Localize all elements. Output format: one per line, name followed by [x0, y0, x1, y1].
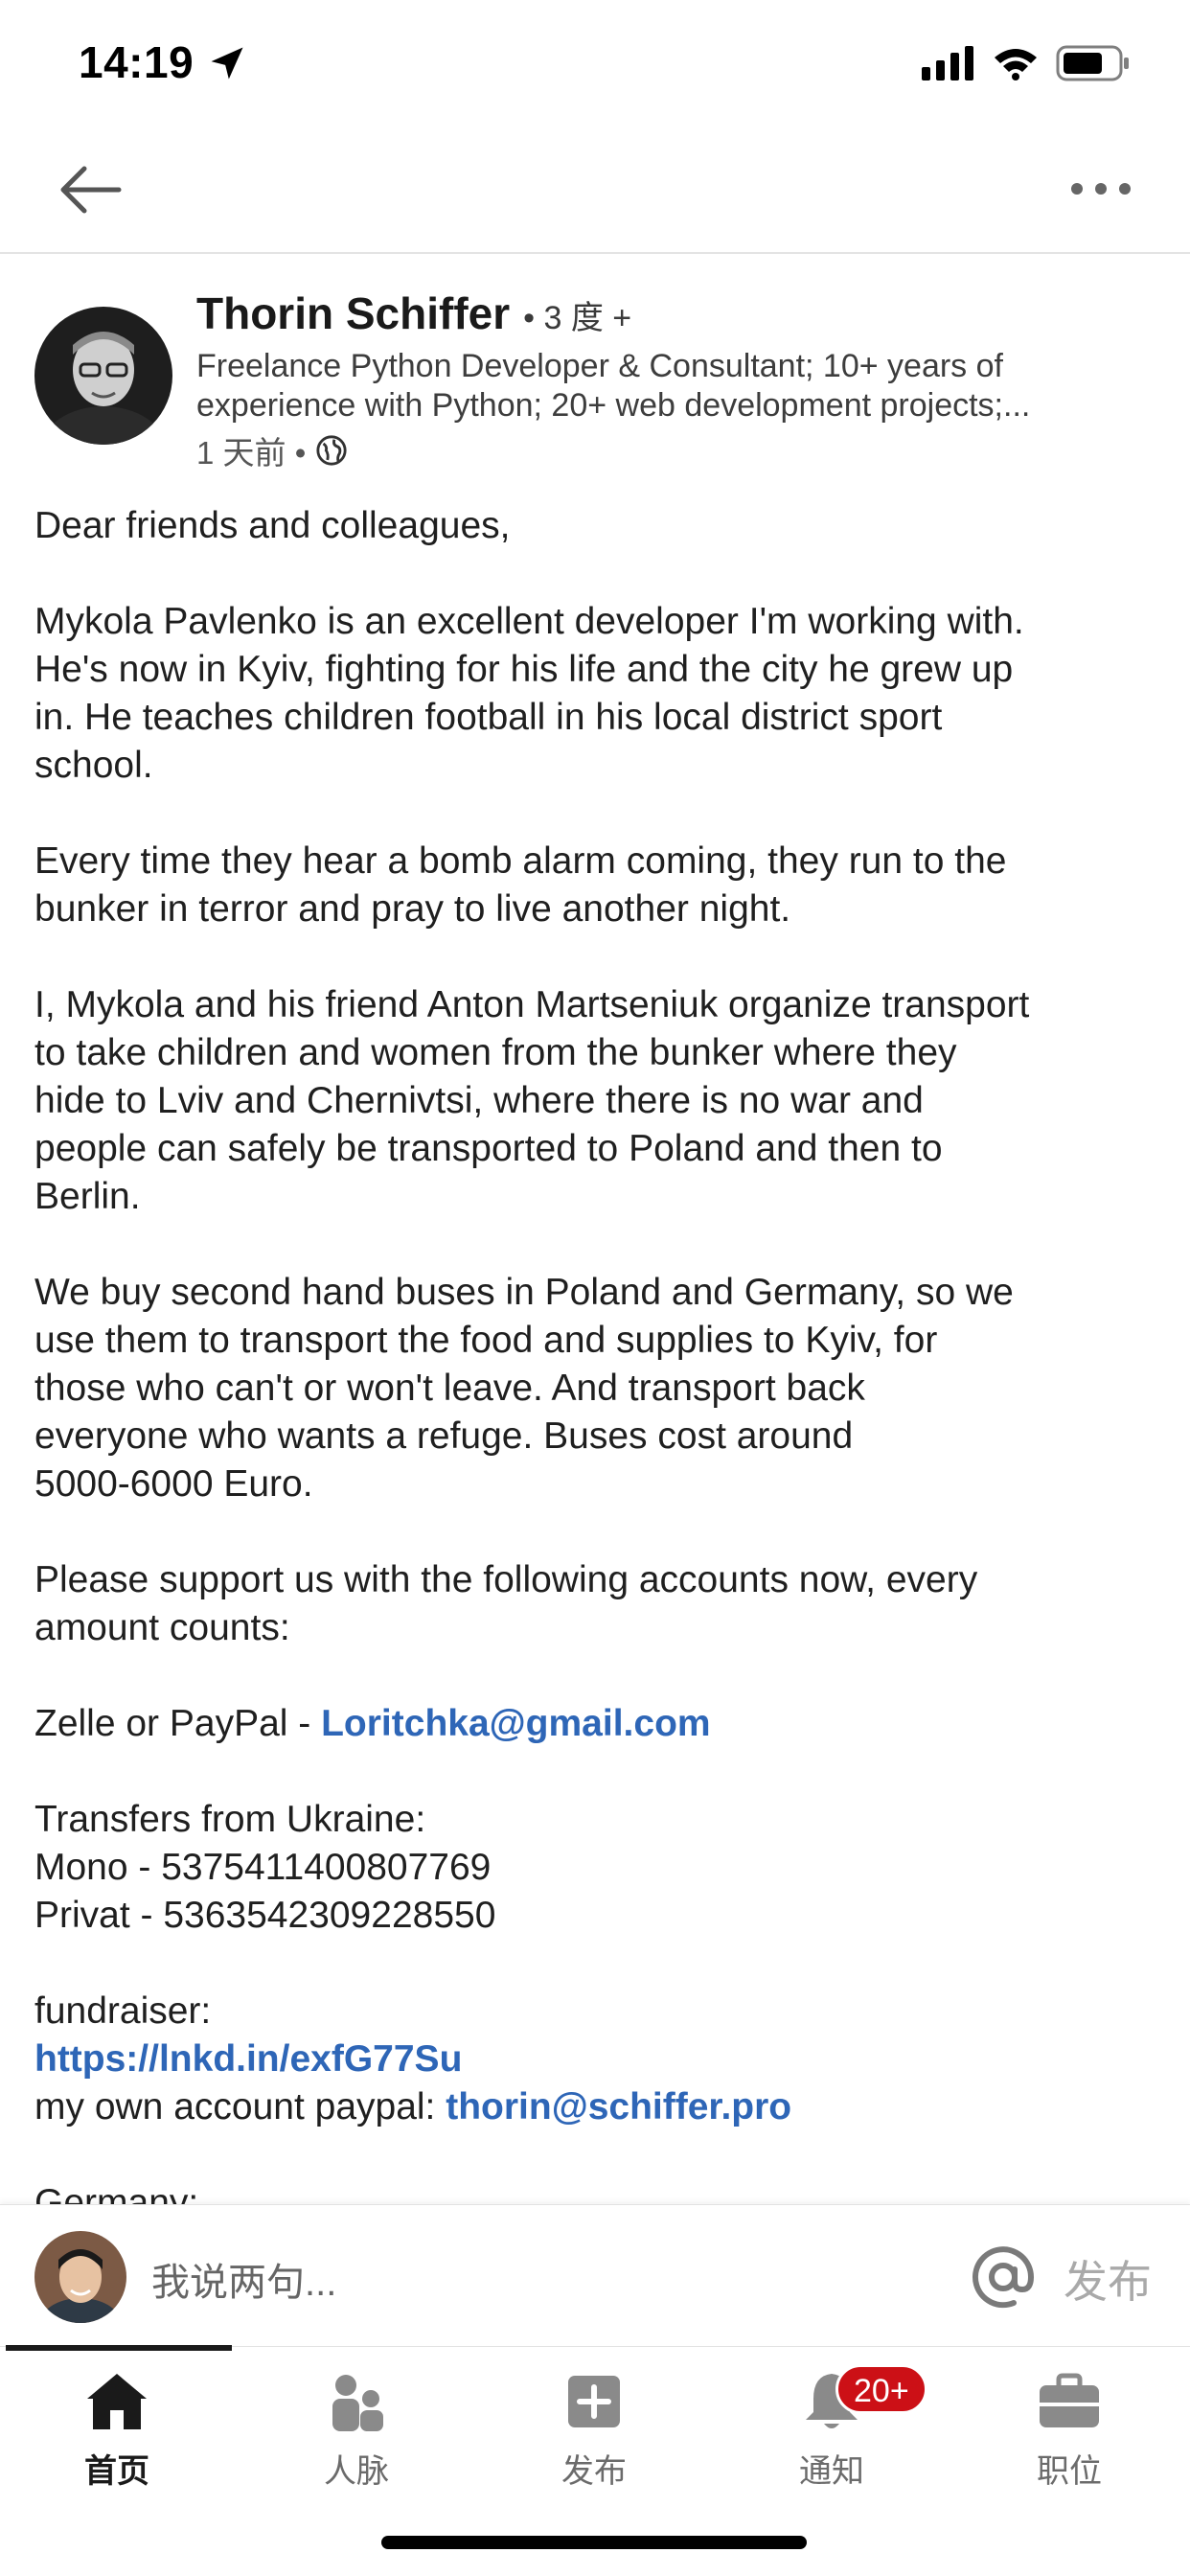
- post-text-line: I, Mykola and his friend Anton Martseniu…: [34, 984, 1030, 1025]
- comment-input[interactable]: 我说两句...: [151, 2251, 336, 2307]
- connection-degree: • 3 度 +: [523, 300, 632, 336]
- post-text-line: Berlin.: [34, 1176, 141, 1217]
- post-time: 1 天前 •: [196, 435, 307, 471]
- battery-icon: [1056, 45, 1129, 81]
- nav-jobs[interactable]: 职位: [973, 2368, 1165, 2512]
- privat-account: Privat - 5363542309228550: [34, 1895, 496, 1936]
- nav-jobs-label: 职位: [1037, 2453, 1102, 2490]
- post-text-line: We buy second hand buses in Poland and G…: [34, 1272, 1014, 1313]
- author-name[interactable]: Thorin Schiffer: [196, 288, 510, 339]
- globe-icon: [316, 435, 347, 466]
- mono-account: Mono - 5375411400807769: [34, 1847, 492, 1888]
- post-text-line: everyone who wants a refuge. Buses cost …: [34, 1415, 854, 1457]
- back-arrow-icon[interactable]: [56, 161, 123, 218]
- post-text-line: those who can't or won't leave. And tran…: [34, 1368, 865, 1409]
- briefcase-icon: [1040, 2373, 1099, 2427]
- own-paypal-prefix: my own account paypal:: [34, 2086, 446, 2128]
- fundraiser-label: fundraiser:: [34, 1990, 212, 2032]
- nav-home[interactable]: 首页: [21, 2368, 213, 2512]
- post-text-line: to take children and women from the bunk…: [34, 1032, 957, 1073]
- zelle-email-link[interactable]: Loritchka@gmail.com: [321, 1703, 710, 1744]
- fundraiser-link[interactable]: https://lnkd.in/exfG77Su: [34, 2036, 1165, 2083]
- nav-network[interactable]: 人脉: [261, 2368, 452, 2512]
- post-text-line: Every time they hear a bomb alarm coming…: [34, 840, 1007, 882]
- status-bar: 14:19: [0, 0, 1190, 125]
- zelle-line: Zelle or PayPal - Loritchka@gmail.com: [34, 1700, 1165, 1748]
- wifi-icon: [995, 49, 1037, 80]
- author-headline-line: experience with Python; 20+ web developm…: [196, 387, 1031, 424]
- author-headline-line: Freelance Python Developer & Consultant;…: [196, 348, 1003, 384]
- post-text-line: 5000-6000 Euro.: [34, 1463, 313, 1505]
- nav-network-label: 人脉: [324, 2453, 389, 2490]
- plus-square-icon: [568, 2376, 620, 2427]
- status-indicators: [922, 42, 1133, 84]
- post-text-line: people can safely be transported to Pola…: [34, 1128, 943, 1169]
- location-arrow-icon: [211, 47, 243, 80]
- nav-post-label: 发布: [561, 2453, 627, 2490]
- nav-notifications[interactable]: 20+ 通知: [736, 2364, 927, 2512]
- publish-comment-button[interactable]: 发布: [1064, 2247, 1152, 2311]
- signal-icon: [922, 46, 973, 80]
- post-text-line: bunker in terror and pray to live anothe…: [34, 888, 791, 930]
- post-text-line: Mykola Pavlenko is an excellent develope…: [34, 601, 1024, 642]
- top-header: [0, 125, 1190, 254]
- author-name-line: Thorin Schiffer • 3 度 +: [196, 288, 631, 339]
- post-text-line: in. He teaches children football in his …: [34, 697, 943, 738]
- own-paypal-email-link[interactable]: thorin@schiffer.pro: [446, 2086, 791, 2128]
- people-icon: [332, 2375, 383, 2431]
- own-paypal-line: my own account paypal: thorin@schiffer.p…: [34, 2083, 1165, 2131]
- post-text-line: amount counts:: [34, 1607, 290, 1648]
- user-avatar: [34, 2231, 126, 2323]
- post-body: Dear friends and colleagues, Mykola Pavl…: [34, 502, 1165, 2204]
- active-tab-indicator: [6, 2345, 232, 2351]
- nav-notifications-label: 通知: [799, 2453, 864, 2490]
- post-text-line: hide to Lviv and Chernivtsi, where there…: [34, 1080, 924, 1121]
- home-icon: [87, 2374, 147, 2429]
- cutoff-line: Germany:: [34, 2182, 199, 2204]
- notification-badge: 20+: [835, 2364, 927, 2414]
- author-headline: Freelance Python Developer & Consultant;…: [196, 347, 1145, 426]
- transfers-title: Transfers from Ukraine:: [34, 1799, 426, 1840]
- post-text-line: use them to transport the food and suppl…: [34, 1320, 938, 1361]
- comment-bar: 我说两句... 发布: [0, 2204, 1190, 2346]
- post-meta: 1 天前 •: [196, 427, 348, 473]
- at-mention-icon[interactable]: [970, 2243, 1037, 2311]
- status-time: 14:19: [79, 37, 195, 87]
- zelle-prefix: Zelle or PayPal -: [34, 1703, 322, 1744]
- more-options-icon[interactable]: [1067, 174, 1134, 203]
- nav-post[interactable]: 发布: [498, 2368, 690, 2512]
- post-text-line: school.: [34, 745, 153, 786]
- author-avatar[interactable]: [34, 307, 172, 445]
- post-text-line: Please support us with the following acc…: [34, 1559, 978, 1600]
- post-greeting: Dear friends and colleagues,: [34, 505, 511, 546]
- home-indicator: [381, 2536, 807, 2549]
- post-text-line: He's now in Kyiv, fighting for his life …: [34, 649, 1014, 690]
- nav-home-label: 首页: [84, 2453, 149, 2490]
